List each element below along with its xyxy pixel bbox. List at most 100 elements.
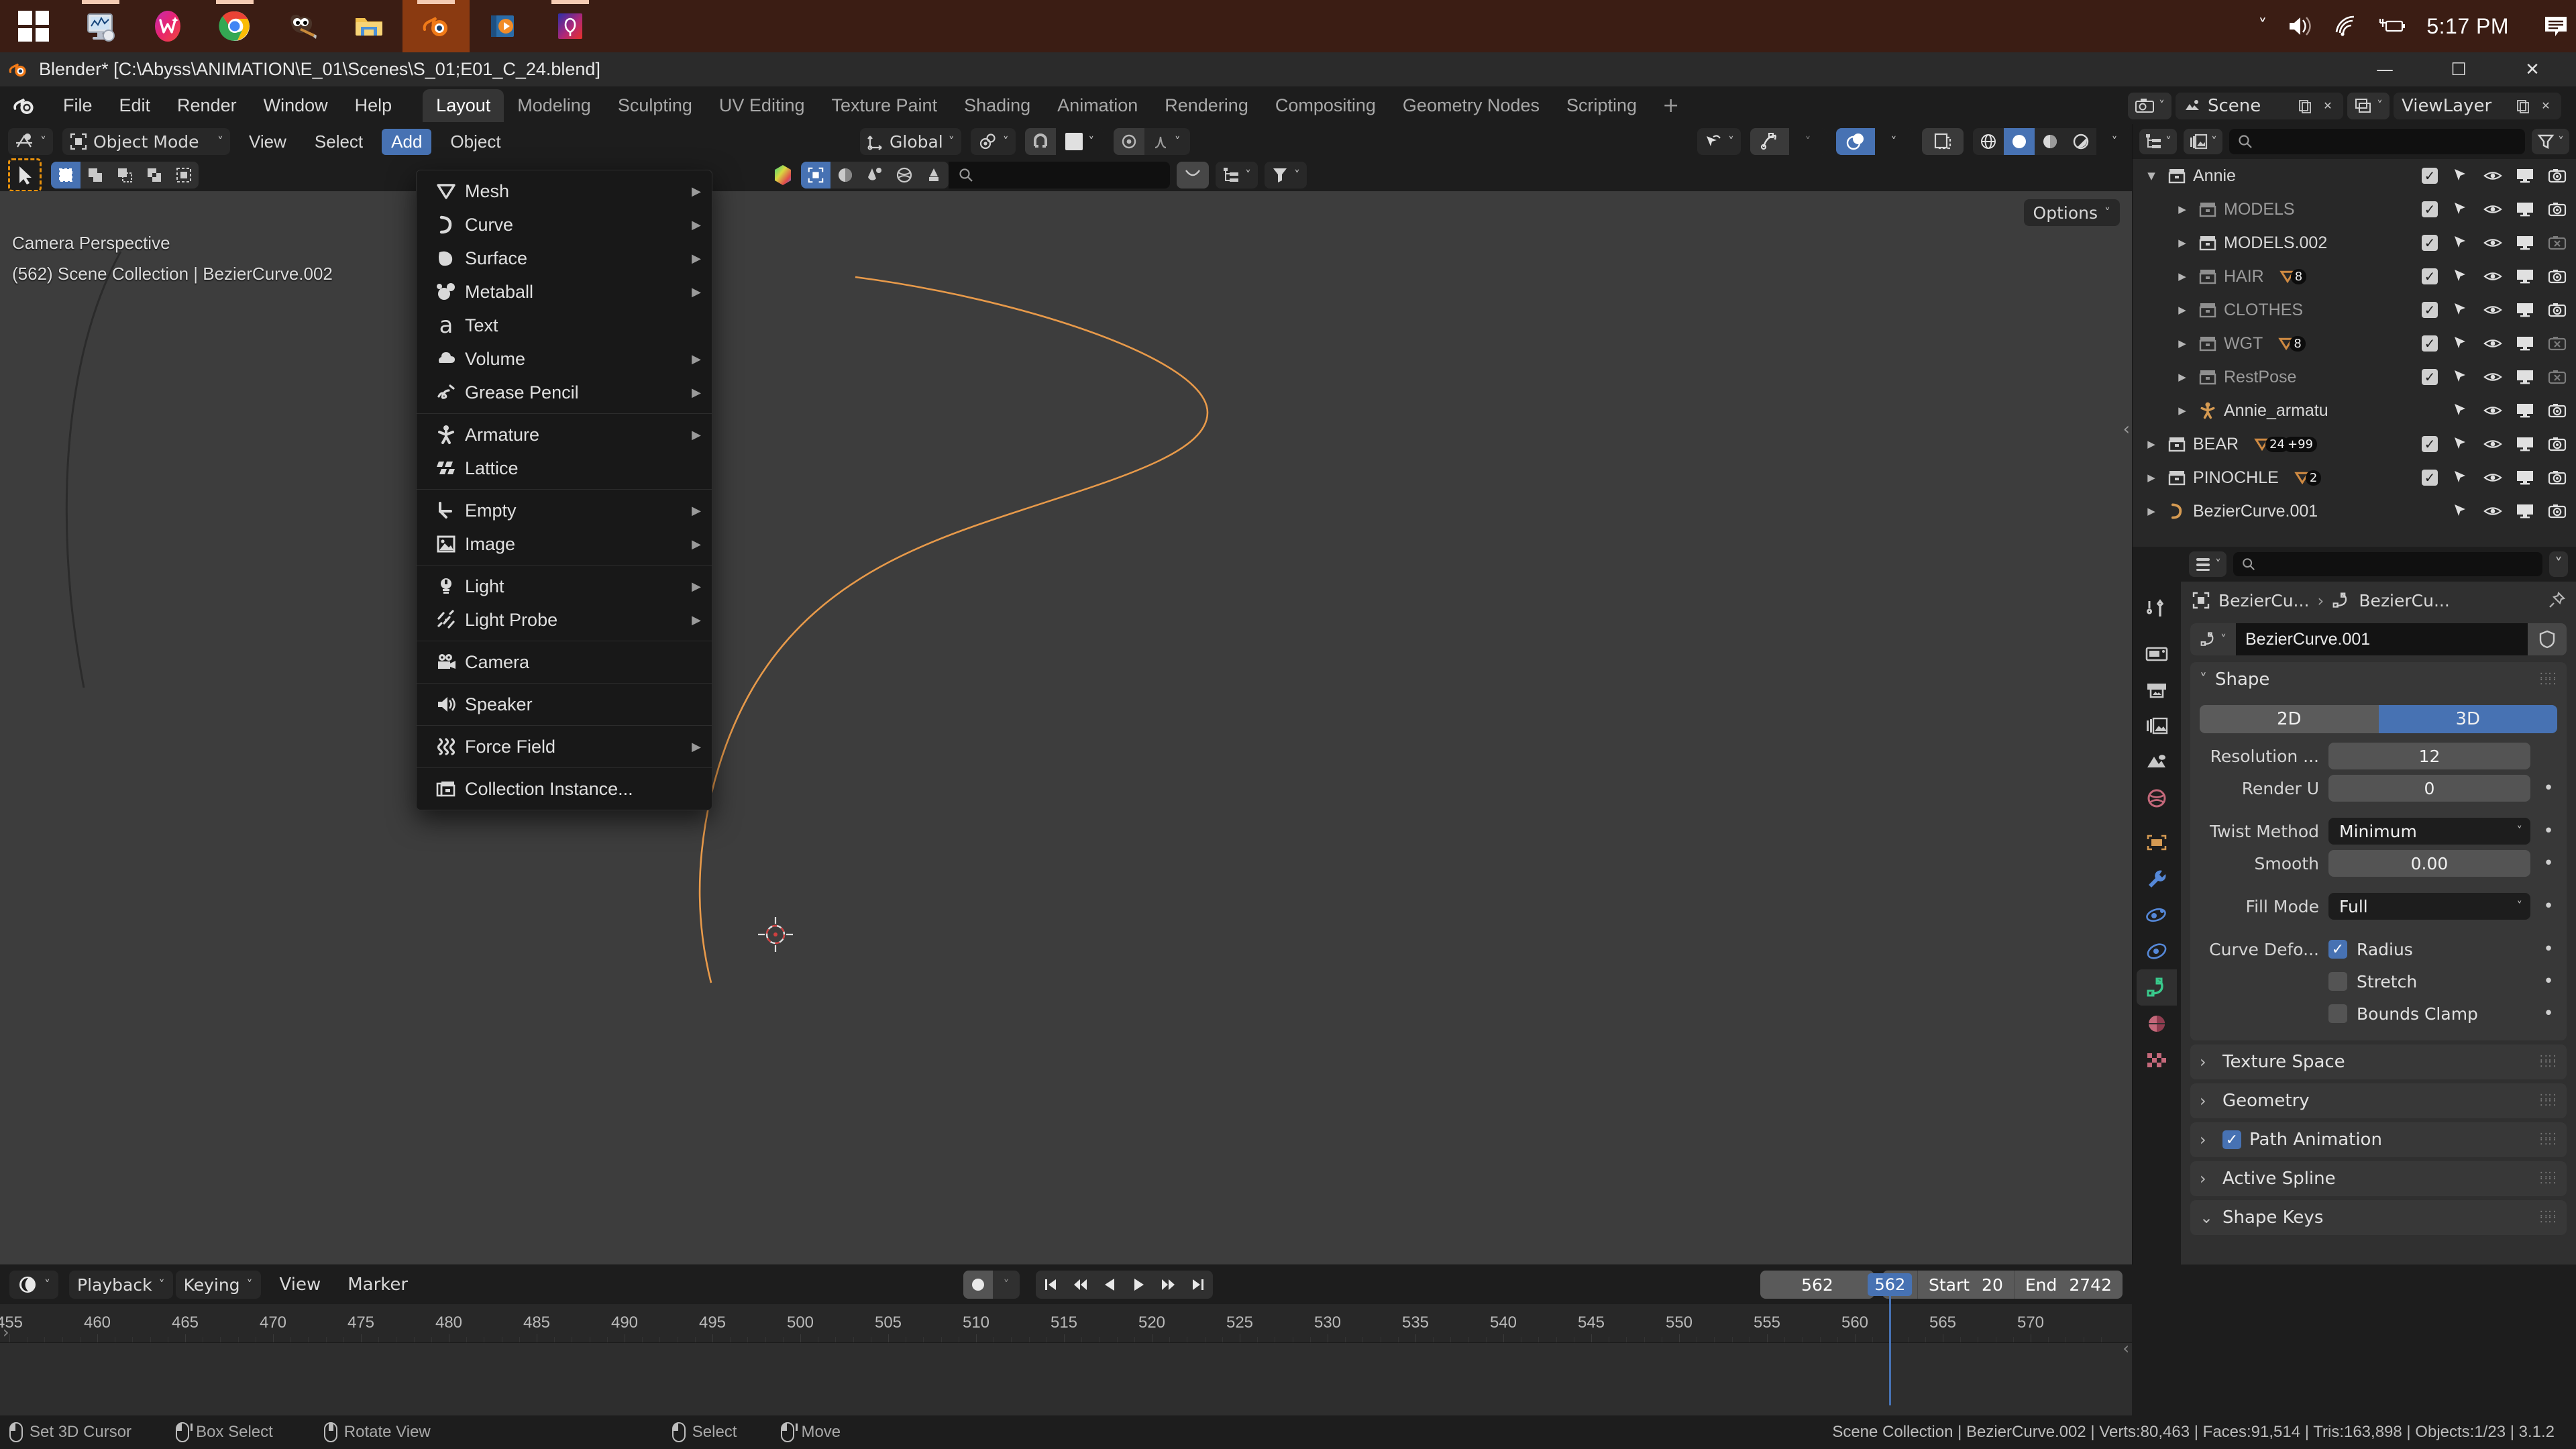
proportional-editing-toggle[interactable]	[1113, 128, 1144, 155]
properties-tab-output[interactable]	[2137, 672, 2177, 708]
outliner-eye-toggle[interactable]	[2483, 301, 2502, 319]
outliner-expand-toggle[interactable]: ▶	[2173, 237, 2192, 249]
outliner-row-wgt[interactable]: ▶ WGT 8 ✓	[2133, 327, 2576, 360]
add-menu-item-text[interactable]: a Text	[417, 309, 712, 342]
viewport-menu-view[interactable]: View	[239, 129, 296, 155]
3d-viewport[interactable]: Camera Perspective (562) Scene Collectio…	[0, 191, 2132, 1265]
battery-charging-icon[interactable]	[2378, 16, 2406, 36]
system-clock[interactable]: 5:17 PM	[2426, 14, 2509, 39]
properties-tab-modifiers[interactable]	[2137, 861, 2177, 897]
outliner-camera-toggle[interactable]	[2548, 267, 2567, 286]
outliner-exclude-checkbox[interactable]: ✓	[2422, 470, 2438, 486]
shading-solid-button[interactable]	[2004, 128, 2035, 155]
auto-keying-toggle[interactable]	[963, 1271, 994, 1299]
prev-keyframe-button[interactable]	[1065, 1271, 1095, 1299]
outliner-row-pinochle[interactable]: ▶ PINOCHLE 2 ✓	[2133, 461, 2576, 494]
outliner-row-clothes[interactable]: ▶ CLOTHES ✓	[2133, 293, 2576, 327]
add-menu-item-light[interactable]: Light ▶	[417, 570, 712, 603]
select-extend-button[interactable]	[80, 162, 110, 189]
scene-selector[interactable]: Scene ✕	[2176, 92, 2343, 119]
properties-tab-physics[interactable]	[2137, 933, 2177, 969]
add-menu-item-metaball[interactable]: Metaball ▶	[417, 275, 712, 309]
wifi-icon[interactable]	[2334, 15, 2358, 38]
fill-mode-dropdown[interactable]: Full ˅	[2328, 893, 2530, 920]
properties-section-path-animation[interactable]: › ✓ Path Animation ∷∷ ∷∷	[2190, 1122, 2567, 1157]
taskbar-app-blender[interactable]	[402, 0, 470, 52]
workspace-tab-rendering[interactable]: Rendering	[1151, 89, 1262, 122]
add-menu-item-speaker[interactable]: Speaker	[417, 688, 712, 721]
workspace-tab-compositing[interactable]: Compositing	[1262, 89, 1389, 122]
outliner-cursor-toggle[interactable]	[2451, 334, 2470, 353]
properties-section-active-spline[interactable]: › Active Spline ∷∷ ∷∷	[2190, 1161, 2567, 1196]
snap-target-selector[interactable]: ˅	[1055, 128, 1104, 155]
fake-user-button[interactable]	[2528, 623, 2567, 655]
taskbar-app-gimp[interactable]	[268, 0, 335, 52]
outliner-cursor-toggle[interactable]	[2451, 267, 2470, 286]
animate-dot[interactable]: •	[2540, 1004, 2557, 1024]
timeline-editor-type-selector[interactable]: ˅	[9, 1271, 58, 1299]
overlays-options-dropdown[interactable]: ˅	[1875, 128, 1913, 155]
outliner-cursor-toggle[interactable]	[2451, 200, 2470, 219]
outliner-filter-button[interactable]: ˅	[2532, 129, 2569, 154]
gizmo-toggle[interactable]	[1750, 128, 1789, 155]
add-menu-item-light-probe[interactable]: Light Probe ▶	[417, 603, 712, 637]
delete-scene-button[interactable]: ✕	[2316, 95, 2339, 117]
outliner-eye-toggle[interactable]	[2483, 368, 2502, 386]
outliner-cursor-toggle[interactable]	[2451, 468, 2470, 487]
next-keyframe-button[interactable]	[1154, 1271, 1183, 1299]
select-invert-button[interactable]	[140, 162, 169, 189]
tray-expand-chevron-icon[interactable]: ˅	[2258, 16, 2267, 36]
add-menu-item-lattice[interactable]: Lattice	[417, 451, 712, 485]
outliner-row-beziercurve-001[interactable]: ▶ BezierCurve.001	[2133, 494, 2576, 528]
view-layer-selector[interactable]: ViewLayer ✕	[2394, 92, 2561, 119]
breadcrumb-data[interactable]: BezierCu...	[2359, 591, 2449, 610]
playback-menu[interactable]: Playback ˅	[69, 1271, 173, 1299]
gizmo-options-dropdown[interactable]: ˅	[1789, 128, 1827, 155]
outliner-expand-toggle[interactable]: ▶	[2173, 203, 2192, 215]
add-menu-item-surface[interactable]: Surface ▶	[417, 241, 712, 275]
add-menu-item-mesh[interactable]: Mesh ▶	[417, 174, 712, 208]
resolution-u-value[interactable]: 12	[2328, 743, 2530, 769]
outliner-cursor-toggle[interactable]	[2451, 502, 2470, 521]
outliner-eye-toggle[interactable]	[2483, 267, 2502, 286]
add-menu-item-image[interactable]: Image ▶	[417, 527, 712, 561]
keying-menu[interactable]: Keying ˅	[175, 1271, 261, 1299]
datablock-name-field[interactable]: ˅ BezierCurve.001	[2190, 623, 2567, 655]
add-workspace-button[interactable]: +	[1650, 94, 1691, 117]
pin-icon[interactable]	[2548, 592, 2565, 609]
add-menu-item-curve[interactable]: Curve ▶	[417, 208, 712, 241]
outliner-camera-off-toggle[interactable]	[2548, 368, 2567, 386]
outliner-cursor-toggle[interactable]	[2451, 233, 2470, 252]
outliner-row-bear[interactable]: ▶ BEAR 24 +99 ✓	[2133, 427, 2576, 461]
visibility-selector[interactable]: ˅	[1697, 128, 1741, 155]
radius-checkbox[interactable]: ✓	[2328, 940, 2347, 959]
taskbar-app-monitor[interactable]	[67, 0, 134, 52]
outliner-camera-toggle[interactable]	[2548, 200, 2567, 219]
new-view-layer-button[interactable]	[2512, 95, 2534, 117]
menu-help[interactable]: Help	[341, 91, 406, 120]
outliner-screen-toggle[interactable]	[2516, 301, 2534, 319]
outliner-eye-toggle[interactable]	[2483, 334, 2502, 353]
workspace-tab-geometry-nodes[interactable]: Geometry Nodes	[1389, 89, 1553, 122]
outliner-row-annie-armatu[interactable]: ▶ Annie_armatu	[2133, 394, 2576, 427]
shading-wireframe-button[interactable]	[1973, 128, 2004, 155]
outliner-screen-toggle[interactable]	[2516, 401, 2534, 420]
proportional-falloff-selector[interactable]: ˅	[1144, 128, 1190, 155]
jump-to-start-button[interactable]	[1036, 1271, 1065, 1299]
properties-editor-type-selector[interactable]: ˅	[2189, 551, 2226, 577]
outliner-expand-toggle[interactable]: ▼	[2142, 170, 2161, 182]
outliner-screen-toggle[interactable]	[2516, 368, 2534, 386]
viewport-menu-object[interactable]: Object	[441, 129, 510, 155]
playhead-line[interactable]	[1888, 1296, 1891, 1405]
workspace-tab-modeling[interactable]: Modeling	[504, 89, 604, 122]
taskbar-app-explorer[interactable]	[335, 0, 402, 52]
taskbar-app-chrome[interactable]	[201, 0, 268, 52]
outliner-row-models-002[interactable]: ▶ MODELS.002 ✓	[2133, 226, 2576, 260]
workspace-tab-uv-editing[interactable]: UV Editing	[706, 89, 818, 122]
outliner-camera-toggle[interactable]	[2548, 468, 2567, 487]
workspace-tab-shading[interactable]: Shading	[951, 89, 1044, 122]
outliner-expand-toggle[interactable]: ▶	[2173, 371, 2192, 383]
interaction-mode-selector[interactable]: Object Mode ˅	[62, 128, 230, 155]
outliner-camera-toggle[interactable]	[2548, 502, 2567, 521]
start-button[interactable]	[0, 0, 67, 52]
